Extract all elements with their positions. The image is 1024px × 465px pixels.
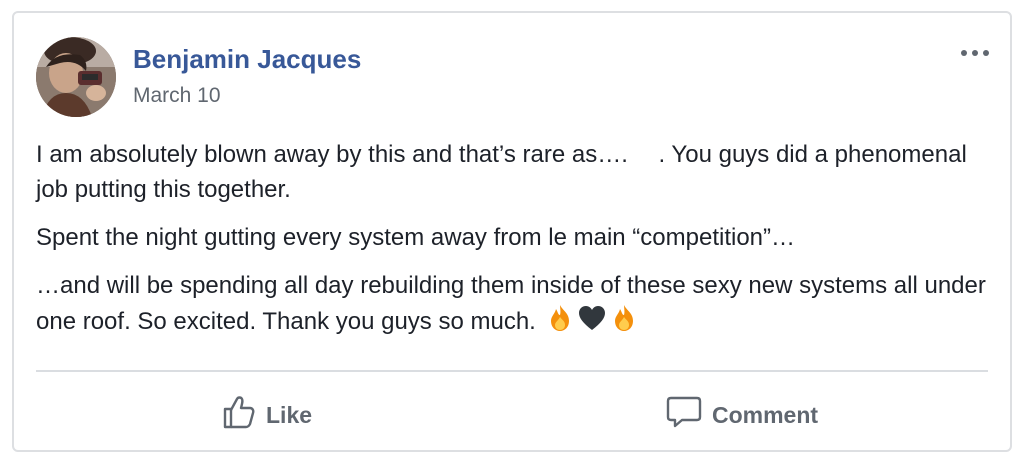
like-label: Like [266,401,313,428]
profile-photo-image [36,37,116,117]
comment-label: Comment [712,401,819,428]
post-date-link[interactable]: March 10 [133,84,221,108]
post-paragraph: Spent the night gutting every system awa… [36,220,996,255]
post-paragraph-text: …and will be spending all day rebuilding… [36,272,986,335]
post-paragraph-text: Spent the night gutting every system awa… [36,224,795,251]
post-paragraph: I am absolutely blown away by this and t… [36,137,996,207]
more-options-button[interactable] [958,43,992,63]
divider [36,370,988,372]
like-button[interactable]: Like [222,393,312,437]
post-paragraph: …and will be spending all day rebuilding… [36,268,996,343]
post-card: Benjamin Jacques March 10 I am absolutel… [12,11,1012,452]
author-name-link[interactable]: Benjamin Jacques [133,44,361,75]
black-heart-icon [577,303,607,343]
fire-icon [609,303,639,343]
fire-icon [545,303,575,343]
speech-bubble-icon [666,395,702,435]
post-paragraph-text: I am absolutely blown away by this and t… [36,141,967,203]
more-horizontal-icon [961,50,989,56]
post-message: I am absolutely blown away by this and t… [36,137,996,356]
thumbs-up-icon [222,395,256,435]
avatar[interactable] [36,37,116,117]
comment-button[interactable]: Comment [666,393,818,437]
